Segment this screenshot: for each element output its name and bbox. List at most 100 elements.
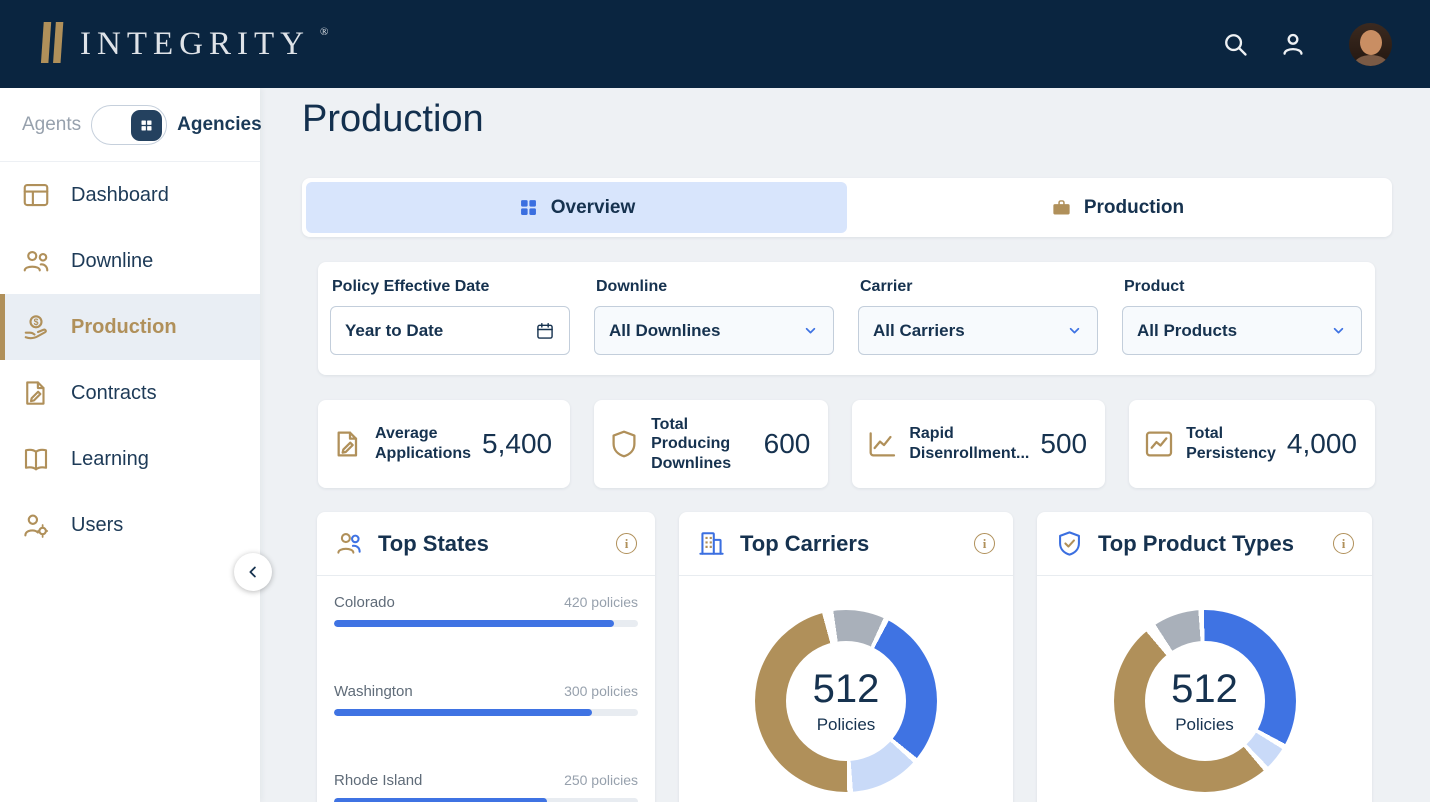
avatar[interactable]	[1349, 23, 1392, 66]
filters-panel: Policy Effective Date Year to Date Downl…	[318, 262, 1375, 375]
progress-track	[334, 620, 638, 627]
production-coin-hand-icon: $	[21, 312, 51, 342]
state-policies: 250 policies	[564, 772, 638, 788]
progress-fill	[334, 798, 547, 802]
sidebar-item-users[interactable]: Users	[0, 492, 260, 558]
dashboard-icon	[21, 180, 51, 210]
product-select[interactable]: All Products	[1122, 306, 1362, 355]
sidebar-item-label: Downline	[71, 250, 153, 273]
chart-header: Top States i	[317, 512, 655, 576]
calendar-icon	[535, 321, 555, 341]
state-name: Washington	[334, 683, 413, 700]
page-title: Production	[302, 98, 484, 141]
agents-label[interactable]: Agents	[22, 114, 81, 136]
sidebar-item-production[interactable]: $ Production	[0, 294, 260, 360]
agents-agencies-toggle-row: Agents Agencies	[0, 88, 260, 162]
donut-chart: 512 Policies	[755, 610, 937, 792]
stat-total-persistency: Total Persistency 4,000	[1129, 400, 1375, 488]
contracts-document-pen-icon	[21, 378, 51, 408]
field-value: All Carriers	[873, 321, 965, 341]
sidebar-item-label: Production	[71, 316, 177, 339]
donut-label: Policies	[817, 715, 876, 735]
info-icon[interactable]: i	[1333, 533, 1354, 554]
chevron-down-icon	[1066, 322, 1083, 339]
logo-text: INTEGRITY	[80, 26, 310, 63]
sidebar-item-learning[interactable]: Learning	[0, 426, 260, 492]
learning-book-icon	[21, 444, 51, 474]
stat-value: 5,400	[482, 428, 552, 460]
donut-label: Policies	[1175, 715, 1234, 735]
shield-check-icon	[1055, 529, 1084, 558]
main-content: Production Overview Production Policy Ef…	[260, 88, 1430, 802]
list-item: Washington 300 policies	[334, 683, 638, 716]
building-icon	[697, 529, 726, 558]
downline-select[interactable]: All Downlines	[594, 306, 834, 355]
overview-grid-icon	[518, 197, 539, 218]
stat-value: 4,000	[1287, 428, 1357, 460]
stat-label: Rapid Disenrollment...	[909, 424, 1029, 463]
sidebar-collapse-button[interactable]	[234, 553, 272, 591]
people-icon	[335, 529, 364, 558]
donut-value: 512	[1171, 667, 1238, 712]
stat-value: 600	[764, 428, 811, 460]
users-person-gear-icon	[21, 510, 51, 540]
svg-text:$: $	[34, 317, 39, 327]
sidebar-item-downline[interactable]: Downline	[0, 228, 260, 294]
agencies-label[interactable]: Agencies	[177, 114, 261, 136]
sidebar-item-label: Contracts	[71, 382, 157, 405]
filter-carrier: Carrier All Carriers	[858, 278, 1098, 375]
trend-chart-icon	[1143, 428, 1175, 460]
stat-label: Total Persistency	[1186, 424, 1276, 463]
logo-registered-mark: ®	[320, 26, 328, 38]
search-icon[interactable]	[1221, 30, 1249, 58]
integrity-logo: INTEGRITY ®	[40, 22, 328, 66]
downline-people-icon	[21, 246, 51, 276]
list-item: Colorado 420 policies	[334, 594, 638, 627]
charts-row: Top States i Colorado 420 policies Washi…	[317, 512, 1372, 802]
filter-downline: Downline All Downlines	[594, 278, 834, 375]
top-carriers-card: Top Carriers i 512 Policies	[679, 512, 1013, 802]
state-name: Colorado	[334, 594, 395, 611]
agents-agencies-toggle[interactable]	[91, 105, 167, 145]
sidebar-item-contracts[interactable]: Contracts	[0, 360, 260, 426]
progress-track	[334, 798, 638, 802]
application-document-icon	[332, 428, 364, 460]
tab-overview[interactable]: Overview	[306, 182, 847, 233]
stat-rapid-disenrollment: Rapid Disenrollment... 500	[852, 400, 1105, 488]
filter-label: Carrier	[860, 278, 1098, 296]
sidebar-item-label: Learning	[71, 448, 149, 471]
state-policies: 420 policies	[564, 594, 638, 610]
policy-effective-date-input[interactable]: Year to Date	[330, 306, 570, 355]
shield-icon	[608, 428, 640, 460]
donut-chart: 512 Policies	[1114, 610, 1296, 792]
filter-label: Policy Effective Date	[332, 278, 570, 296]
filter-product: Product All Products	[1122, 278, 1362, 375]
progress-track	[334, 709, 638, 716]
sidebar: Agents Agencies Dashboard Downline $ Pro…	[0, 88, 260, 802]
chart-title: Top Product Types	[1098, 531, 1294, 557]
stat-label: Average Applications	[375, 424, 471, 463]
tab-production[interactable]: Production	[847, 182, 1388, 233]
chevron-down-icon	[802, 322, 819, 339]
stats-row: Average Applications 5,400 Total Produci…	[318, 400, 1375, 488]
top-product-types-card: Top Product Types i 512 Policies	[1037, 512, 1372, 802]
filter-label: Downline	[596, 278, 834, 296]
stat-total-producing-downlines: Total Producing Downlines 600	[594, 400, 828, 488]
info-icon[interactable]: i	[616, 533, 637, 554]
chevron-down-icon	[1330, 322, 1347, 339]
stat-value: 500	[1040, 428, 1087, 460]
chart-title: Top Carriers	[740, 531, 869, 557]
filter-policy-effective-date: Policy Effective Date Year to Date	[330, 278, 570, 375]
sidebar-item-dashboard[interactable]: Dashboard	[0, 162, 260, 228]
tab-label: Overview	[551, 197, 636, 219]
donut-center: 512 Policies	[786, 641, 906, 761]
topbar: INTEGRITY ®	[0, 0, 1430, 88]
donut-center: 512 Policies	[1145, 641, 1265, 761]
stat-average-applications: Average Applications 5,400	[318, 400, 570, 488]
info-icon[interactable]: i	[974, 533, 995, 554]
account-icon[interactable]	[1279, 30, 1307, 58]
chart-header: Top Carriers i	[679, 512, 1013, 576]
state-policies: 300 policies	[564, 683, 638, 699]
field-value: All Products	[1137, 321, 1237, 341]
carrier-select[interactable]: All Carriers	[858, 306, 1098, 355]
